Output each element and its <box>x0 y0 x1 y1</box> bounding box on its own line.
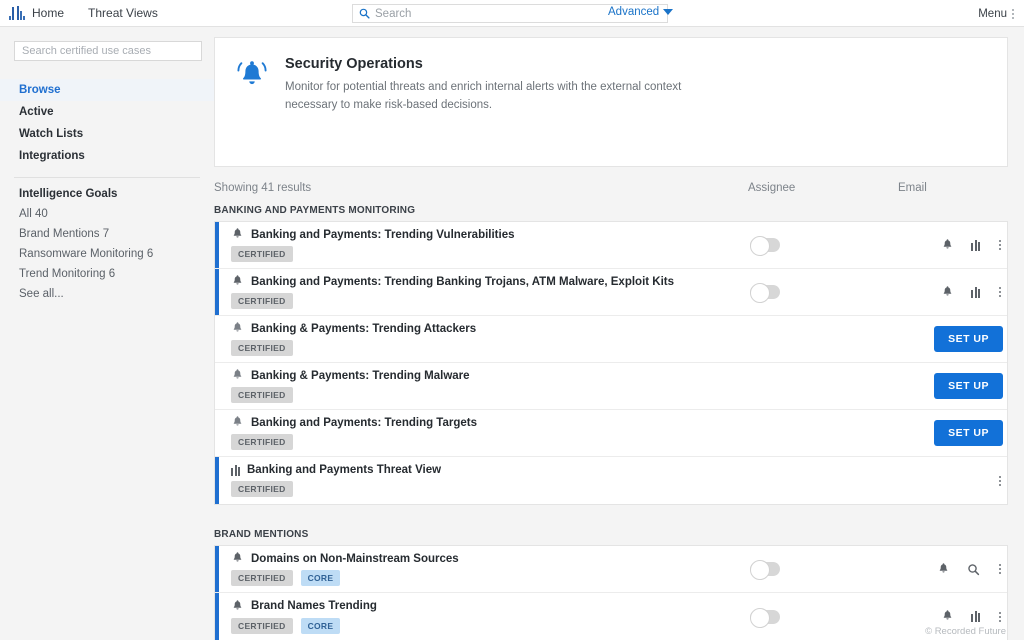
sidebar-search-box[interactable] <box>14 41 202 61</box>
row-title: Banking and Payments: Trending Targets <box>251 417 477 429</box>
bell-icon <box>231 416 244 429</box>
badge-certified: CERTIFIED <box>231 570 293 586</box>
sidebar: Browse Active Watch Lists Integrations I… <box>0 27 214 640</box>
bell-icon[interactable] <box>941 286 954 299</box>
setup-button[interactable]: SET UP <box>934 420 1003 446</box>
badge-certified: CERTIFIED <box>231 387 293 403</box>
badge-certified: CERTIFIED <box>231 246 293 262</box>
bell-icon <box>231 600 244 613</box>
row-title: Banking and Payments: Trending Banking T… <box>251 276 674 288</box>
more-vertical-icon[interactable] <box>997 476 1003 486</box>
bell-ringing-icon <box>235 56 273 148</box>
badge-certified: CERTIFIED <box>231 618 293 634</box>
sidebar-search-input[interactable] <box>15 42 201 60</box>
row-title: Banking & Payments: Trending Attackers <box>251 323 476 335</box>
badge-certified: CERTIFIED <box>231 340 293 356</box>
copyright-footer: © Recorded Future <box>925 626 1006 637</box>
bar-chart-icon[interactable] <box>971 240 980 251</box>
badge-core: CORE <box>301 570 341 586</box>
bell-icon <box>231 322 244 335</box>
hero-description: Monitor for potential threats and enrich… <box>285 79 725 115</box>
badge-certified: CERTIFIED <box>231 481 293 497</box>
sidebar-item-browse[interactable]: Browse <box>0 79 214 101</box>
nav-home[interactable]: Home <box>32 6 64 20</box>
more-vertical-icon[interactable] <box>997 287 1003 297</box>
column-header-assignee: Assignee <box>748 182 898 194</box>
table-row[interactable]: Banking and Payments Threat View CERTIFI… <box>215 457 1007 504</box>
setup-button[interactable]: SET UP <box>934 326 1003 352</box>
bell-icon <box>231 369 244 382</box>
table-row[interactable]: Domains on Non-Mainstream Sources CERTIF… <box>215 546 1007 593</box>
results-count: Showing 41 results <box>214 182 311 194</box>
chevron-down-icon <box>663 9 673 15</box>
sidebar-nav: Browse Active Watch Lists Integrations <box>0 79 214 167</box>
row-accent-bar <box>215 222 219 268</box>
row-accent-bar <box>215 593 219 640</box>
row-title: Domains on Non-Mainstream Sources <box>251 553 459 565</box>
intelligence-goals-heading: Intelligence Goals <box>0 178 214 204</box>
bell-icon <box>231 228 244 241</box>
bell-icon <box>231 552 244 565</box>
row-title: Banking and Payments: Trending Vulnerabi… <box>251 229 515 241</box>
menu-button[interactable]: Menu <box>978 0 1016 27</box>
bell-icon[interactable] <box>941 610 954 623</box>
column-header-email: Email <box>898 182 1008 194</box>
list-column-headers: Showing 41 results Assignee Email <box>214 175 1008 201</box>
use-case-group-banking: Banking and Payments: Trending Vulnerabi… <box>214 221 1008 505</box>
sidebar-goal-brand-mentions[interactable]: Brand Mentions 7 <box>0 224 214 244</box>
menu-label: Menu <box>978 8 1007 20</box>
row-accent-bar <box>215 269 219 315</box>
more-vertical-icon[interactable] <box>997 564 1003 574</box>
main-content: Security Operations Monitor for potentia… <box>214 27 1024 640</box>
table-row[interactable]: Banking & Payments: Trending Malware CER… <box>215 363 1007 410</box>
enable-toggle[interactable] <box>750 610 780 624</box>
enable-toggle[interactable] <box>750 238 780 252</box>
badge-certified: CERTIFIED <box>231 434 293 450</box>
bell-icon[interactable] <box>941 239 954 252</box>
advanced-search-label: Advanced <box>608 6 659 18</box>
top-navigation-bar: Home Threat Views Advanced Menu <box>0 0 1024 27</box>
enable-toggle[interactable] <box>750 562 780 576</box>
sidebar-goal-see-all[interactable]: See all... <box>0 284 214 304</box>
row-accent-bar <box>215 457 219 504</box>
table-row[interactable]: Banking and Payments: Trending Targets C… <box>215 410 1007 457</box>
hero-title: Security Operations <box>285 56 725 72</box>
use-case-group-brand-mentions: Domains on Non-Mainstream Sources CERTIF… <box>214 545 1008 640</box>
row-title: Banking & Payments: Trending Malware <box>251 370 470 382</box>
recorded-future-logo <box>9 6 25 20</box>
more-vertical-icon[interactable] <box>997 240 1003 250</box>
search-icon <box>359 8 370 19</box>
bar-chart-icon[interactable] <box>971 287 980 298</box>
row-title: Brand Names Trending <box>251 600 377 612</box>
advanced-search-dropdown[interactable]: Advanced <box>608 6 673 18</box>
badge-certified: CERTIFIED <box>231 293 293 309</box>
sidebar-goal-ransomware-monitoring[interactable]: Ransomware Monitoring 6 <box>0 244 214 264</box>
section-label-brand-mentions: BRAND MENTIONS <box>214 525 1008 545</box>
bell-icon[interactable] <box>937 563 950 576</box>
table-row[interactable]: Brand Names Trending CERTIFIED CORE <box>215 593 1007 640</box>
sidebar-item-integrations[interactable]: Integrations <box>0 145 214 167</box>
enable-toggle[interactable] <box>750 285 780 299</box>
more-vertical-icon <box>1010 9 1016 19</box>
sidebar-goal-all[interactable]: All 40 <box>0 204 214 224</box>
row-title: Banking and Payments Threat View <box>247 464 441 476</box>
table-row[interactable]: Banking and Payments: Trending Vulnerabi… <box>215 222 1007 269</box>
sidebar-goal-trend-monitoring[interactable]: Trend Monitoring 6 <box>0 264 214 284</box>
bar-chart-icon[interactable] <box>971 611 980 622</box>
more-vertical-icon[interactable] <box>997 612 1003 622</box>
table-row[interactable]: Banking and Payments: Trending Banking T… <box>215 269 1007 316</box>
row-accent-bar <box>215 546 219 592</box>
hero-card: Security Operations Monitor for potentia… <box>214 37 1008 167</box>
bell-icon <box>231 275 244 288</box>
bar-chart-icon <box>231 465 240 476</box>
table-row[interactable]: Banking & Payments: Trending Attackers C… <box>215 316 1007 363</box>
section-label-banking: BANKING AND PAYMENTS MONITORING <box>214 201 1008 221</box>
sidebar-item-watch-lists[interactable]: Watch Lists <box>0 123 214 145</box>
sidebar-item-active[interactable]: Active <box>0 101 214 123</box>
search-icon[interactable] <box>967 563 980 576</box>
nav-threat-views[interactable]: Threat Views <box>88 6 158 20</box>
setup-button[interactable]: SET UP <box>934 373 1003 399</box>
badge-core: CORE <box>301 618 341 634</box>
